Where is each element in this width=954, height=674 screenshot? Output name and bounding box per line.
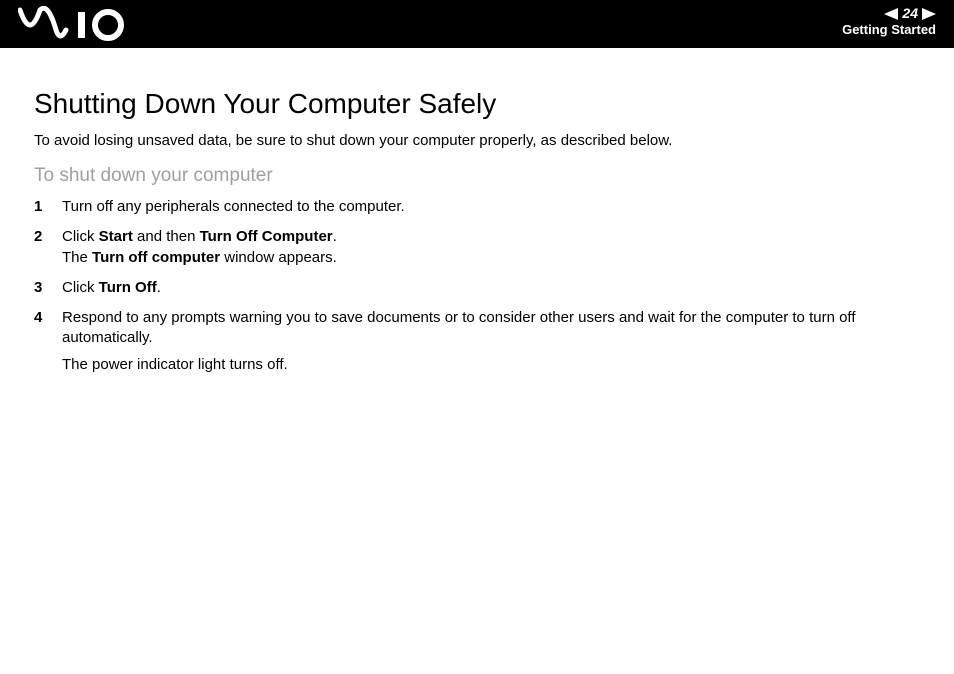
- nav-next-icon[interactable]: [922, 8, 936, 20]
- step-2-line2: The Turn off computer window appears.: [62, 249, 337, 266]
- section-name: Getting Started: [842, 23, 936, 37]
- steps-list: Turn off any peripherals connected to th…: [34, 197, 920, 375]
- step-1: Turn off any peripherals connected to th…: [34, 197, 920, 217]
- page-content: Shutting Down Your Computer Safely To av…: [0, 48, 954, 375]
- step-2-line1: Click Start and then Turn Off Computer.: [62, 228, 337, 245]
- step-4: Respond to any prompts warning you to sa…: [34, 308, 920, 375]
- page-number: 24: [902, 6, 918, 21]
- subheading: To shut down your computer: [34, 165, 920, 187]
- intro-text: To avoid losing unsaved data, be sure to…: [34, 132, 920, 149]
- step-3-text: Click Turn Off.: [62, 279, 161, 296]
- step-4-line1: Respond to any prompts warning you to sa…: [62, 309, 855, 346]
- page-nav: 24: [842, 6, 936, 21]
- page-header: 24 Getting Started: [0, 0, 954, 48]
- step-1-text: Turn off any peripherals connected to th…: [62, 198, 405, 215]
- nav-prev-icon[interactable]: [884, 8, 898, 20]
- vaio-logo: [18, 6, 138, 42]
- step-3: Click Turn Off.: [34, 278, 920, 298]
- step-2: Click Start and then Turn Off Computer. …: [34, 227, 920, 268]
- header-right: 24 Getting Started: [842, 6, 936, 38]
- step-4-line2: The power indicator light turns off.: [62, 355, 920, 375]
- page-title: Shutting Down Your Computer Safely: [34, 88, 920, 120]
